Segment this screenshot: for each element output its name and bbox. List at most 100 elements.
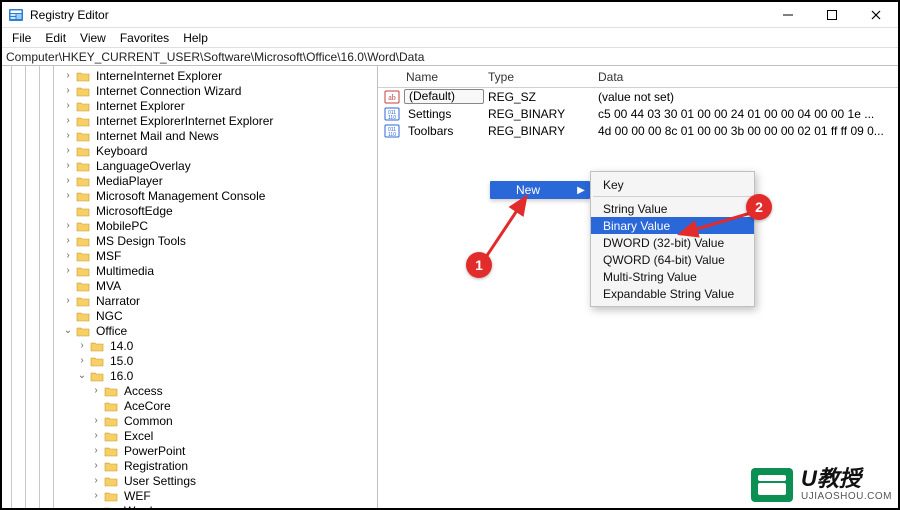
tree-node-label: Excel	[122, 429, 155, 443]
folder-icon	[76, 295, 90, 307]
menu-favorites[interactable]: Favorites	[114, 30, 175, 46]
column-data[interactable]: Data	[594, 68, 898, 86]
tree-node[interactable]: ›Common	[2, 413, 377, 428]
tree-node[interactable]: › MediaPlayer	[2, 173, 377, 188]
tree-node[interactable]: ⌄Word	[2, 503, 377, 508]
tree-node-label: MediaPlayer	[94, 174, 165, 188]
address-bar[interactable]: Computer\HKEY_CURRENT_USER\Software\Micr…	[2, 48, 898, 66]
tree-node[interactable]: ·MicrosoftEdge	[2, 203, 377, 218]
chevron-right-icon[interactable]: ›	[90, 460, 102, 472]
minimize-button[interactable]	[766, 2, 810, 28]
binary-value-icon: 011110	[384, 123, 400, 139]
chevron-right-icon[interactable]: ›	[62, 100, 74, 112]
tree-node[interactable]: ›Internet ExplorerInternet Explorer	[2, 113, 377, 128]
tree-node[interactable]: ·MVA	[2, 278, 377, 293]
chevron-right-icon[interactable]: ›	[62, 190, 74, 202]
tree-node[interactable]: ›Narrator	[2, 293, 377, 308]
tree-node-label: Microsoft Management Console	[94, 189, 267, 203]
tree-node[interactable]: › MSF	[2, 248, 377, 263]
annotation-badge-2: 2	[746, 194, 772, 220]
tree-pane[interactable]: ›InterneInternet Explorer›Internet Conne…	[2, 66, 378, 508]
tree-node[interactable]: ·AceCore	[2, 398, 377, 413]
tree-node[interactable]: › Keyboard	[2, 143, 377, 158]
tree-node[interactable]: ›14.0	[2, 338, 377, 353]
tree-node[interactable]: ›WEF	[2, 488, 377, 503]
chevron-right-icon[interactable]: ›	[76, 355, 88, 367]
chevron-right-icon[interactable]: ›	[90, 445, 102, 457]
column-type[interactable]: Type	[484, 68, 594, 86]
tree-node[interactable]: ›Multimedia	[2, 263, 377, 278]
chevron-right-icon[interactable]: ›	[62, 265, 74, 277]
chevron-down-icon[interactable]: ⌄	[90, 505, 102, 509]
tree-node[interactable]: ›PowerPoint	[2, 443, 377, 458]
tree-node[interactable]: ›Access	[2, 383, 377, 398]
tree-node[interactable]: ›15.0	[2, 353, 377, 368]
values-pane[interactable]: Name Type Data ab(Default)REG_SZ(value n…	[378, 66, 898, 508]
chevron-right-icon[interactable]: ›	[62, 220, 74, 232]
value-type: REG_SZ	[484, 90, 594, 104]
value-row[interactable]: 011110SettingsREG_BINARYc5 00 44 03 30 0…	[378, 105, 898, 122]
tree-node[interactable]: ›User Settings	[2, 473, 377, 488]
chevron-right-icon[interactable]: ›	[90, 490, 102, 502]
menu-edit[interactable]: Edit	[39, 30, 72, 46]
chevron-right-icon[interactable]: ›	[90, 385, 102, 397]
tree-node[interactable]: ·NGC	[2, 308, 377, 323]
tree-node[interactable]: ›Internet Mail and News	[2, 128, 377, 143]
folder-icon	[76, 220, 90, 232]
tree-node[interactable]: › Registration	[2, 458, 377, 473]
chevron-right-icon[interactable]: ›	[62, 70, 74, 82]
tree-node[interactable]: ›LanguageOverlay	[2, 158, 377, 173]
tree-node[interactable]: ›Internet Explorer	[2, 98, 377, 113]
close-button[interactable]	[854, 2, 898, 28]
maximize-button[interactable]	[810, 2, 854, 28]
folder-icon	[76, 175, 90, 187]
tree-node[interactable]: ›MobilePC	[2, 218, 377, 233]
tree-node-label: Registration	[122, 459, 190, 473]
context-menu-item[interactable]: Expandable String Value	[591, 285, 754, 302]
chevron-down-icon[interactable]: ⌄	[62, 325, 74, 337]
tree-node-label: MS Design Tools	[94, 234, 188, 248]
context-menu-item[interactable]: DWORD (32-bit) Value	[591, 234, 754, 251]
tree-node[interactable]: ⌄Office	[2, 323, 377, 338]
chevron-right-icon[interactable]: ›	[62, 235, 74, 247]
folder-icon	[90, 355, 104, 367]
value-row[interactable]: ab(Default)REG_SZ(value not set)	[378, 88, 898, 105]
context-menu-item[interactable]: Key	[591, 176, 754, 193]
context-menu-item[interactable]: String Value	[591, 200, 754, 217]
chevron-right-icon[interactable]: ›	[62, 130, 74, 142]
chevron-right-icon[interactable]: ›	[62, 175, 74, 187]
value-row[interactable]: 011110ToolbarsREG_BINARY4d 00 00 00 8c 0…	[378, 122, 898, 139]
chevron-right-icon[interactable]: ›	[62, 295, 74, 307]
context-menu-item[interactable]: QWORD (64-bit) Value	[591, 251, 754, 268]
context-menu-new[interactable]: New ▶	[490, 181, 590, 199]
chevron-right-icon: ·	[62, 310, 74, 322]
menu-file[interactable]: File	[6, 30, 37, 46]
chevron-right-icon[interactable]: ›	[90, 415, 102, 427]
chevron-right-icon[interactable]: ›	[62, 145, 74, 157]
chevron-right-icon[interactable]: ›	[62, 250, 74, 262]
tree-node-label: MSF	[94, 249, 123, 263]
context-menu-item[interactable]: Multi-String Value	[591, 268, 754, 285]
tree-node[interactable]: ›Internet Connection Wizard	[2, 83, 377, 98]
tree-node[interactable]: ⌄16.0	[2, 368, 377, 383]
tree-node[interactable]: › Microsoft Management Console	[2, 188, 377, 203]
context-menu-item[interactable]: Binary Value	[591, 217, 754, 234]
folder-icon	[76, 310, 90, 322]
window-title: Registry Editor	[30, 8, 109, 22]
tree-node[interactable]: › Excel	[2, 428, 377, 443]
chevron-right-icon[interactable]: ›	[90, 430, 102, 442]
tree-node[interactable]: › MS Design Tools	[2, 233, 377, 248]
chevron-down-icon[interactable]: ⌄	[76, 370, 88, 382]
chevron-right-icon[interactable]: ›	[62, 115, 74, 127]
watermark: U教授 UJIAOSHOU.COM	[751, 468, 892, 502]
chevron-right-icon[interactable]: ›	[62, 160, 74, 172]
chevron-right-icon[interactable]: ›	[90, 475, 102, 487]
chevron-right-icon[interactable]: ›	[76, 340, 88, 352]
menu-view[interactable]: View	[74, 30, 112, 46]
menu-help[interactable]: Help	[177, 30, 214, 46]
values-header[interactable]: Name Type Data	[378, 66, 898, 88]
chevron-right-icon[interactable]: ›	[62, 85, 74, 97]
tree-node[interactable]: ›InterneInternet Explorer	[2, 68, 377, 83]
tree-node-label: Keyboard	[94, 144, 149, 158]
column-name[interactable]: Name	[384, 68, 484, 86]
